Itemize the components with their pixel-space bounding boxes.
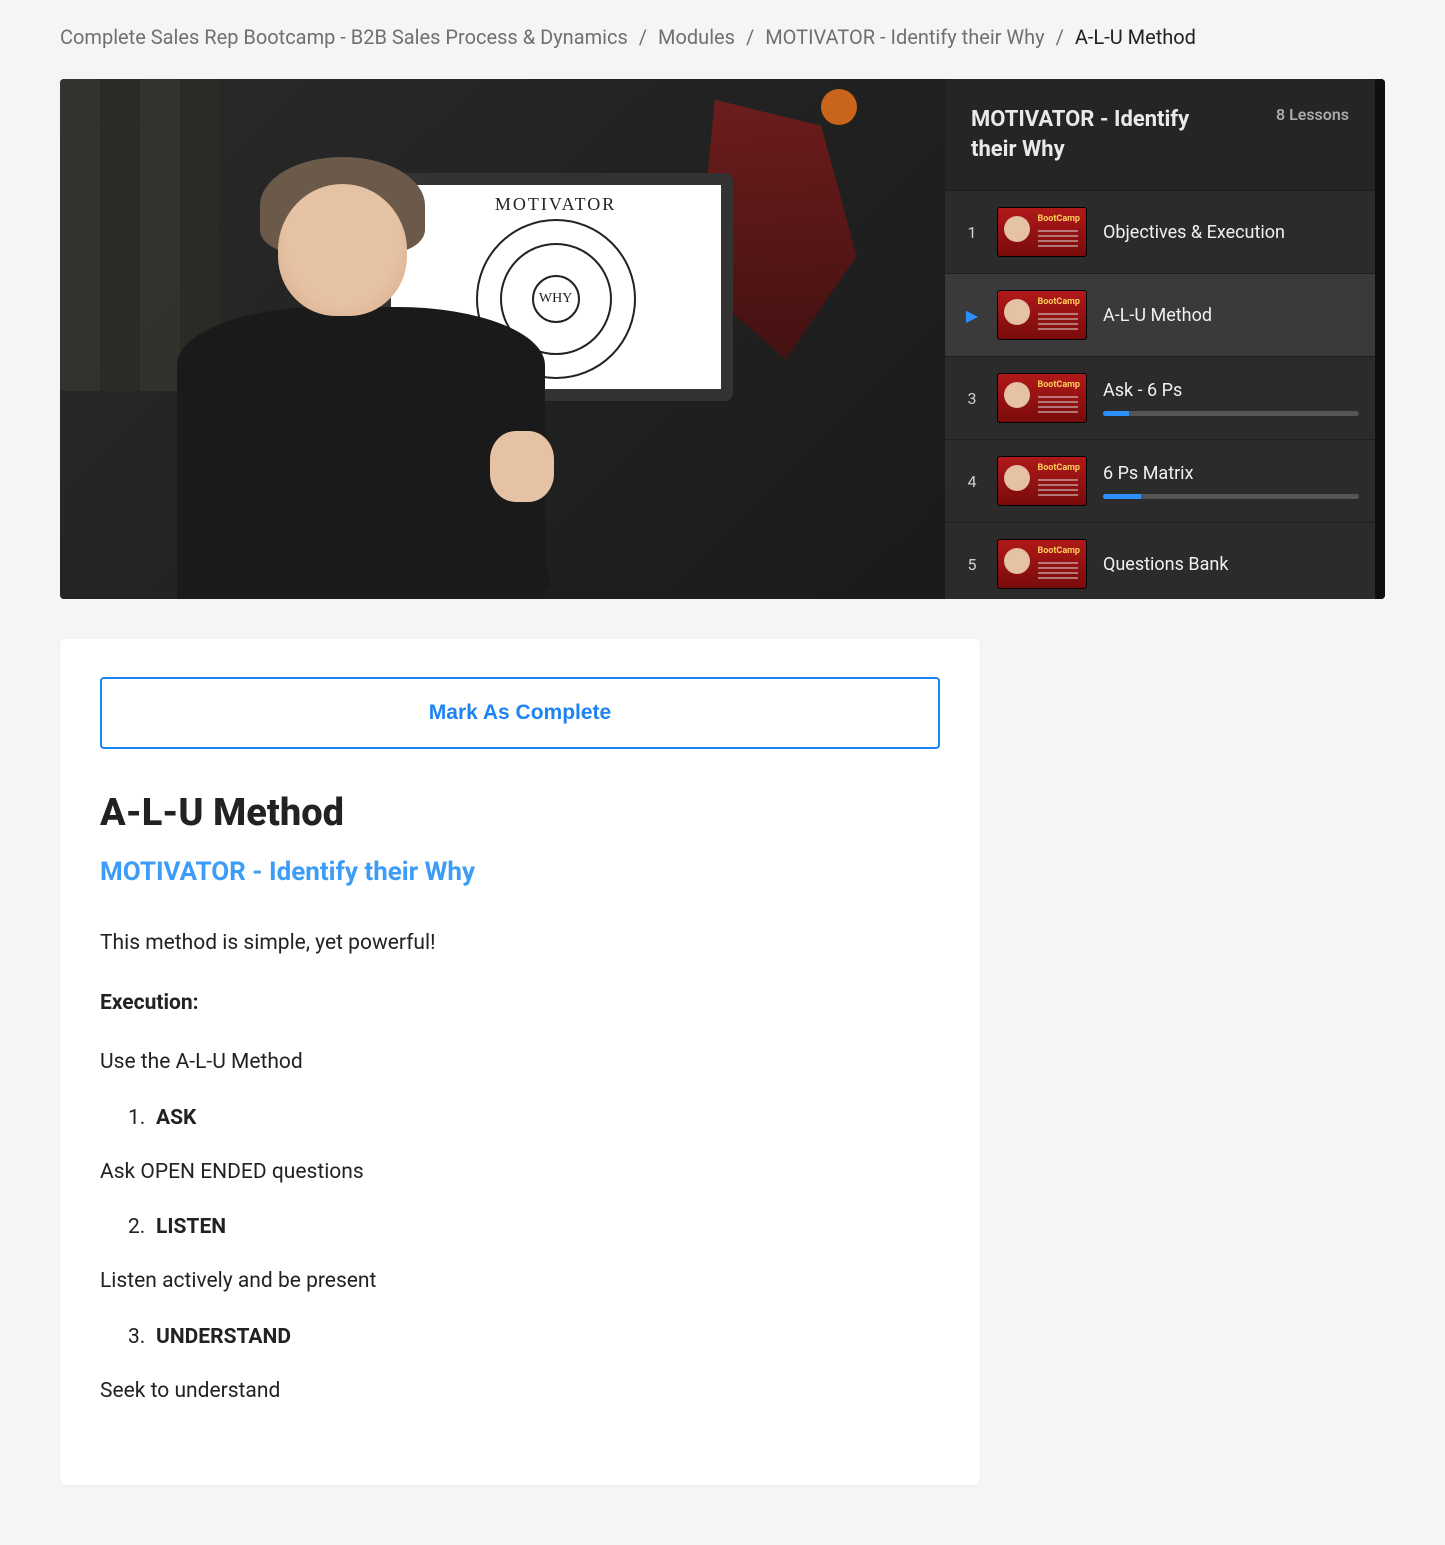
lesson-row[interactable]: 4 6 Ps Matrix [945, 439, 1385, 522]
lesson-thumbnail [997, 456, 1087, 506]
lesson-title: Objectives & Execution [1103, 222, 1359, 243]
breadcrumb-link-modules[interactable]: Modules [658, 25, 735, 49]
step-item: 2.LISTEN [128, 1215, 940, 1239]
intro-text: This method is simple, yet powerful! [100, 927, 940, 961]
lesson-progress [1103, 411, 1359, 416]
lesson-index: 3 [963, 389, 981, 408]
playlist-title: MOTIVATOR - Identify their Why [971, 105, 1231, 164]
playlist-lesson-count: 8 Lessons [1276, 105, 1349, 124]
lesson-row[interactable]: 5 Questions Bank [945, 522, 1385, 599]
execution-label: Execution: [100, 987, 940, 1021]
lesson-index: 4 [963, 472, 981, 491]
step-desc: Seek to understand [100, 1375, 940, 1409]
step-item: 3.UNDERSTAND [128, 1325, 940, 1349]
module-subtitle: MOTIVATOR - Identify their Why [100, 857, 940, 887]
lesson-row[interactable]: ▶ A-L-U Method [945, 273, 1385, 356]
lesson-progress [1103, 494, 1359, 499]
lesson-thumbnail [997, 290, 1087, 340]
step-desc: Ask OPEN ENDED questions [100, 1156, 940, 1190]
lesson-playlist: MOTIVATOR - Identify their Why 8 Lessons… [945, 79, 1385, 599]
step-item: 1.ASK [128, 1106, 940, 1130]
lesson-thumbnail [997, 207, 1087, 257]
breadcrumb-link-course[interactable]: Complete Sales Rep Bootcamp - B2B Sales … [60, 25, 628, 49]
breadcrumb-link-module[interactable]: MOTIVATOR - Identify their Why [765, 25, 1044, 49]
use-line: Use the A-L-U Method [100, 1046, 940, 1080]
presenter-figure [131, 157, 591, 599]
mark-complete-button[interactable]: Mark As Complete [100, 677, 940, 749]
lesson-index: 1 [963, 223, 981, 242]
lesson-thumbnail [997, 373, 1087, 423]
lesson-title: Questions Bank [1103, 554, 1359, 575]
lesson-body: This method is simple, yet powerful! Exe… [100, 927, 940, 1409]
lesson-title: Ask - 6 Ps [1103, 380, 1359, 401]
lesson-row[interactable]: 1 Objectives & Execution [945, 190, 1385, 273]
breadcrumb-sep: / [639, 25, 647, 49]
lesson-list[interactable]: 1 Objectives & Execution ▶ A-L-U Method 3 Ask… [945, 190, 1385, 599]
page-title: A-L-U Method [100, 791, 940, 835]
breadcrumb: Complete Sales Rep Bootcamp - B2B Sales … [60, 0, 1385, 79]
video-area[interactable]: MOTIVATOR WHY [60, 79, 945, 599]
breadcrumb-current: A-L-U Method [1075, 25, 1196, 49]
lesson-index: 5 [963, 555, 981, 574]
play-icon: ▶ [966, 306, 978, 325]
lesson-title: 6 Ps Matrix [1103, 463, 1359, 484]
lesson-thumbnail [997, 539, 1087, 589]
lesson-title: A-L-U Method [1103, 305, 1359, 326]
step-desc: Listen actively and be present [100, 1265, 940, 1299]
lesson-row[interactable]: 3 Ask - 6 Ps [945, 356, 1385, 439]
video-player-container: MOTIVATOR WHY MOTIVATOR - Ide [60, 79, 1385, 599]
breadcrumb-sep: / [1056, 25, 1064, 49]
lesson-content-card: Mark As Complete A-L-U Method MOTIVATOR … [60, 639, 980, 1485]
breadcrumb-sep: / [746, 25, 754, 49]
video-frame-still: MOTIVATOR WHY [60, 79, 945, 599]
